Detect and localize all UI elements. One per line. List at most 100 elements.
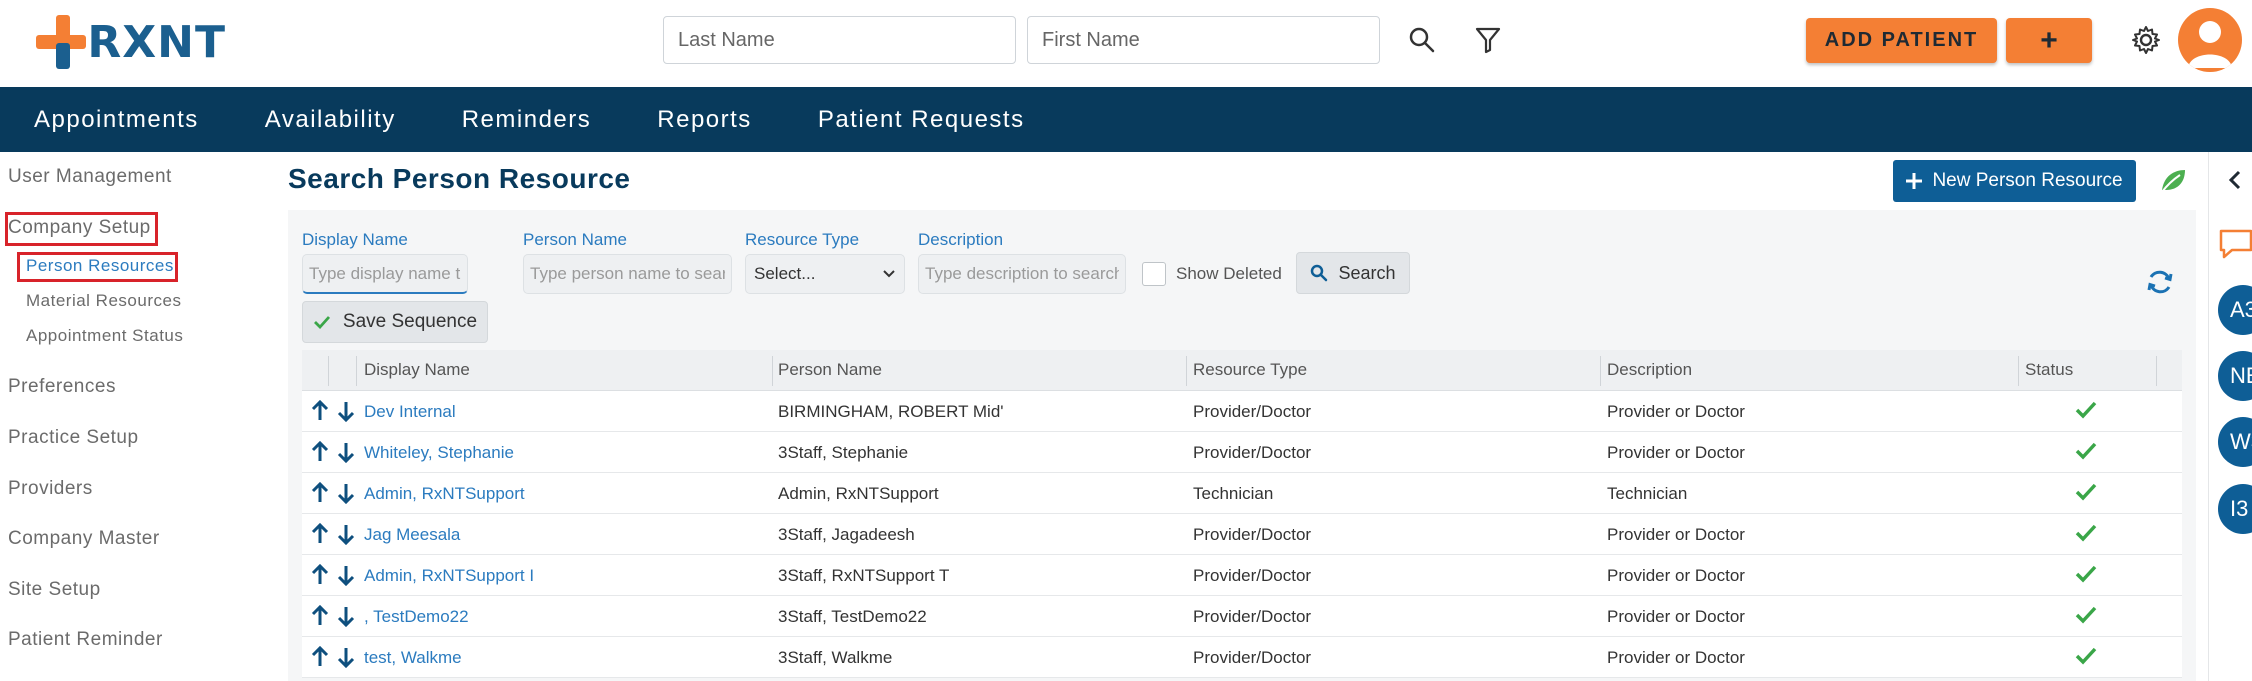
gear-icon[interactable]	[2130, 24, 2162, 56]
status-active-icon	[2075, 442, 2097, 460]
description-cell: Provider or Doctor	[1607, 525, 1745, 544]
resource-type-select[interactable]: Select...	[745, 254, 905, 294]
search-button-label: Search	[1338, 262, 1396, 283]
sidebar-item-site-setup[interactable]: Site Setup	[8, 579, 101, 601]
refresh-icon[interactable]	[2146, 268, 2174, 301]
main-nav: Appointments Availability Reminders Repo…	[0, 87, 2252, 152]
sidebar-item-patient-reminder[interactable]: Patient Reminder	[8, 629, 163, 651]
display-name-link[interactable]: , TestDemo22	[364, 607, 469, 627]
first-name-input[interactable]	[1027, 16, 1380, 64]
table-body: Dev Internal BIRMINGHAM, ROBERT Mid' Provi…	[302, 391, 2182, 678]
resource-type-label: Resource Type	[745, 230, 860, 249]
sidebar-item-practice-setup[interactable]: Practice Setup	[8, 427, 139, 449]
add-patient-button[interactable]: ADD PATIENT	[1806, 18, 1997, 63]
move-up-icon[interactable]	[310, 400, 330, 422]
display-name-link[interactable]: Admin, RxNTSupport I	[364, 566, 534, 586]
move-down-icon[interactable]	[336, 482, 356, 504]
column-header-display-name[interactable]: Display Name	[364, 360, 470, 380]
display-name-link[interactable]: Dev Internal	[364, 402, 456, 422]
move-up-icon[interactable]	[310, 564, 330, 586]
status-cell	[2074, 400, 2098, 425]
sidebar-item-company-master[interactable]: Company Master	[8, 528, 160, 550]
sidebar-subitem-person-resources[interactable]: Person Resources	[26, 256, 174, 276]
column-header-description[interactable]: Description	[1607, 360, 1692, 380]
new-person-resource-button[interactable]: New Person Resource	[1893, 160, 2136, 202]
display-name-link[interactable]: Whiteley, Stephanie	[364, 443, 514, 463]
save-sequence-button[interactable]: Save Sequence	[302, 301, 488, 343]
display-name-label: Display Name	[302, 230, 408, 249]
column-header-person-name[interactable]: Person Name	[778, 360, 882, 380]
chevron-down-icon	[883, 270, 895, 278]
status-active-icon	[2075, 606, 2097, 624]
display-name-link[interactable]: Jag Meesala	[364, 525, 460, 545]
person-name-input[interactable]	[523, 254, 732, 294]
resource-type-cell: Provider/Doctor	[1193, 566, 1312, 585]
person-name-cell: 3Staff, TestDemo22	[778, 607, 927, 626]
move-down-icon[interactable]	[336, 523, 356, 545]
top-header: RXNT ADD PATIENT +	[0, 0, 2252, 87]
filter-icon[interactable]	[1475, 26, 1501, 54]
sidebar-item-company-setup[interactable]: Company Setup	[8, 217, 151, 239]
sidebar-item-preferences[interactable]: Preferences	[8, 376, 116, 398]
person-name-cell: 3Staff, Stephanie	[778, 443, 909, 462]
move-up-icon[interactable]	[310, 605, 330, 627]
chat-icon[interactable]	[2218, 228, 2252, 265]
plus-icon	[1906, 173, 1923, 189]
table-row: , TestDemo22 3Staff, TestDemo22 Provider/D…	[302, 596, 2182, 637]
move-up-icon[interactable]	[310, 646, 330, 668]
sidebar-subitem-appointment-status[interactable]: Appointment Status	[26, 326, 183, 346]
search-icon[interactable]	[1408, 26, 1436, 54]
leaf-icon[interactable]	[2158, 166, 2188, 201]
column-header-status[interactable]: Status	[2025, 360, 2073, 380]
table-row: Jag Meesala 3Staff, Jagadeesh Provider/Doc…	[302, 514, 2182, 555]
nav-patient-requests[interactable]: Patient Requests	[818, 106, 1025, 134]
move-down-icon[interactable]	[336, 646, 356, 668]
move-up-icon[interactable]	[310, 441, 330, 463]
status-active-icon	[2075, 647, 2097, 665]
move-down-icon[interactable]	[336, 605, 356, 627]
check-icon	[313, 316, 330, 329]
display-name-link[interactable]: test, Walkme	[364, 648, 462, 668]
chevron-left-icon[interactable]	[2228, 170, 2242, 195]
description-input[interactable]	[918, 254, 1126, 294]
search-icon	[1311, 264, 1328, 282]
move-down-icon[interactable]	[336, 441, 356, 463]
logo-text: RXNT	[87, 16, 226, 68]
nav-availability[interactable]: Availability	[265, 106, 396, 134]
move-down-icon[interactable]	[336, 400, 356, 422]
resource-type-value: Select...	[754, 264, 816, 283]
quick-add-button[interactable]: +	[2006, 18, 2092, 63]
reorder-arrows	[310, 564, 356, 586]
resource-type-cell: Provider/Doctor	[1193, 525, 1312, 544]
search-button[interactable]: Search	[1296, 252, 1410, 294]
resource-type-cell: Provider/Doctor	[1193, 402, 1312, 421]
description-cell: Provider or Doctor	[1607, 402, 1745, 421]
nav-reports[interactable]: Reports	[657, 106, 752, 134]
move-up-icon[interactable]	[310, 482, 330, 504]
show-deleted-checkbox[interactable]	[1142, 262, 1166, 286]
display-name-link[interactable]: Admin, RxNTSupport	[364, 484, 525, 504]
description-cell: Provider or Doctor	[1607, 566, 1745, 585]
resource-type-cell: Provider/Doctor	[1193, 607, 1312, 626]
user-avatar-icon	[2188, 21, 2232, 68]
last-name-input[interactable]	[663, 16, 1016, 64]
user-avatar[interactable]	[2178, 8, 2242, 72]
person-name-cell: BIRMINGHAM, ROBERT Mid'	[778, 402, 1004, 421]
sidebar-item-user-management[interactable]: User Management	[8, 166, 172, 188]
person-name-label: Person Name	[523, 230, 627, 249]
move-down-icon[interactable]	[336, 564, 356, 586]
column-header-resource-type[interactable]: Resource Type	[1193, 360, 1307, 380]
sidebar-item-providers[interactable]: Providers	[8, 478, 93, 500]
nav-reminders[interactable]: Reminders	[462, 106, 592, 134]
table-row: test, Walkme 3Staff, Walkme Provider/Docto…	[302, 637, 2182, 678]
resource-type-cell: Technician	[1193, 484, 1274, 503]
status-cell	[2074, 441, 2098, 466]
reorder-arrows	[310, 441, 356, 463]
resource-type-cell: Provider/Doctor	[1193, 648, 1312, 667]
move-up-icon[interactable]	[310, 523, 330, 545]
nav-appointments[interactable]: Appointments	[34, 106, 199, 134]
sidebar-subitem-material-resources[interactable]: Material Resources	[26, 291, 181, 311]
display-name-input[interactable]	[302, 254, 468, 294]
rxnt-logo[interactable]: RXNT	[36, 14, 226, 70]
logo-cross-icon	[36, 15, 86, 69]
